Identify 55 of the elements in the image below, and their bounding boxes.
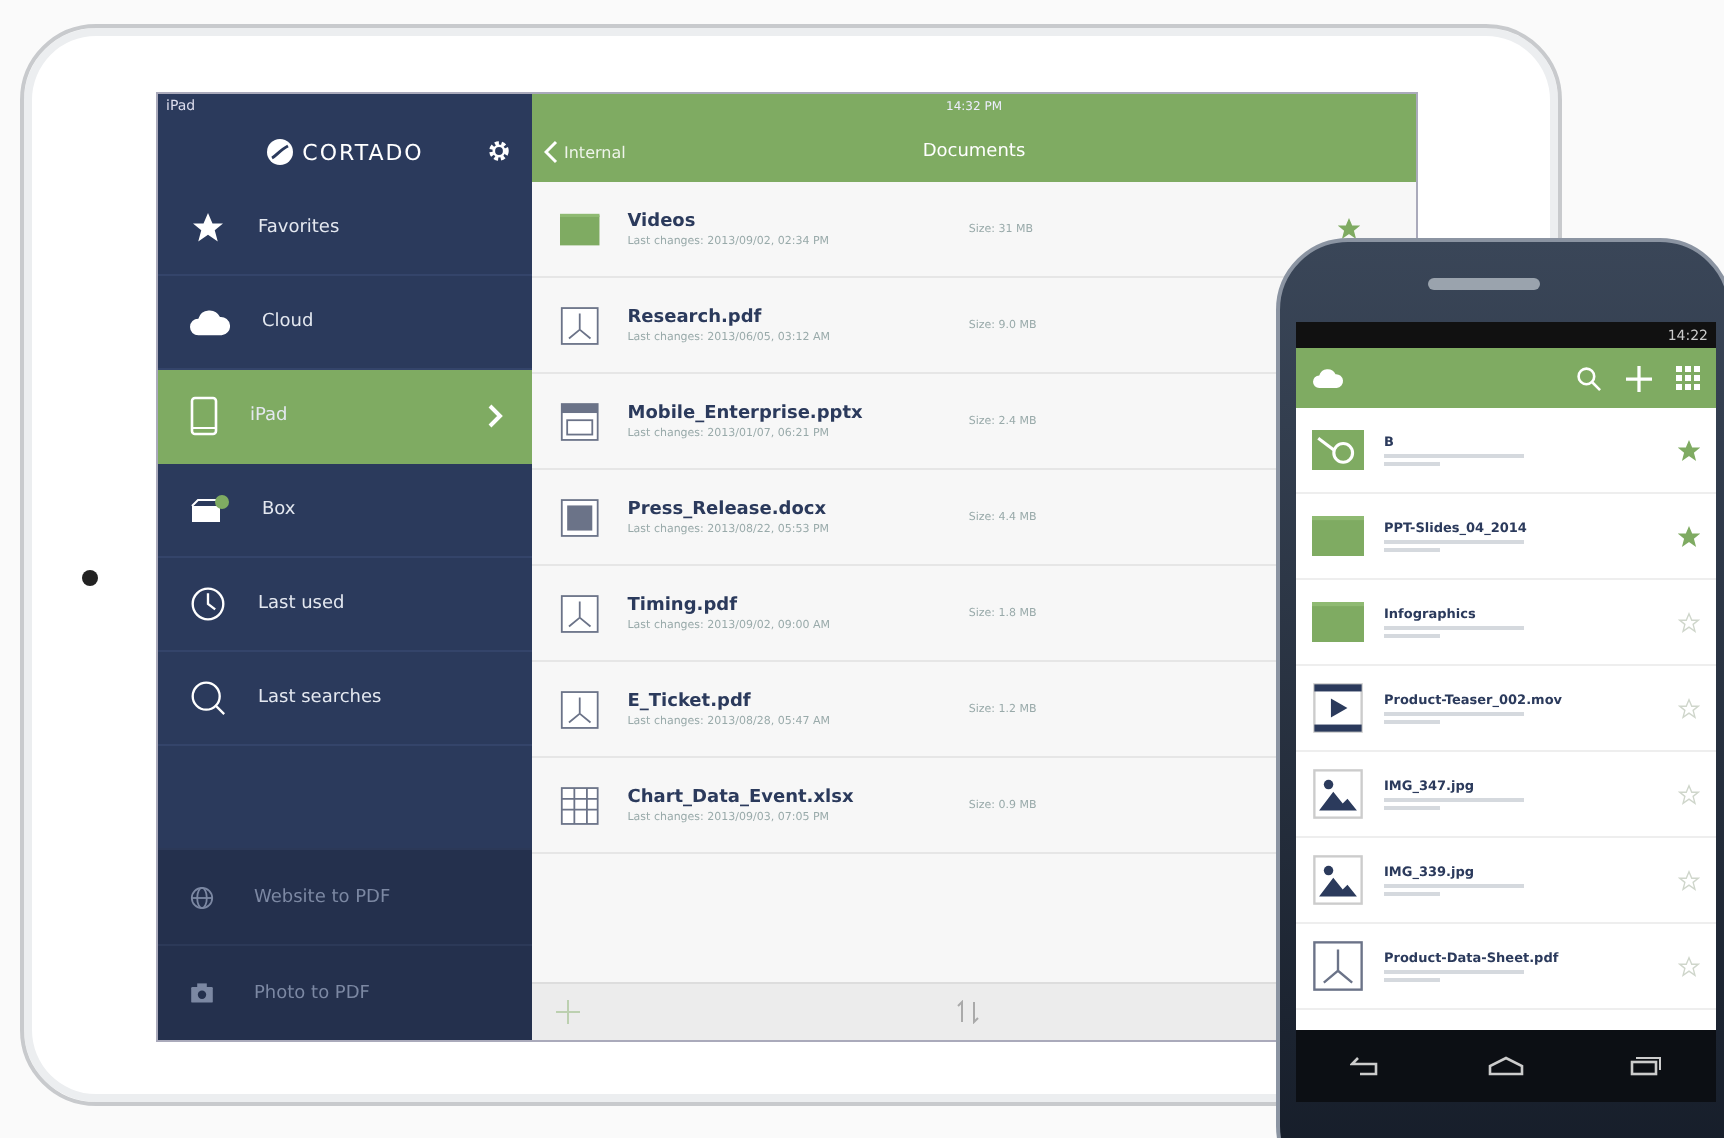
settings-icon[interactable] [486,138,512,164]
image-icon [1312,854,1364,906]
home-button[interactable] [82,570,98,586]
back-icon[interactable] [1349,1056,1382,1076]
logo: CORTADO [302,139,424,165]
tool-link[interactable]: Website to PDF [254,887,391,907]
star-outline-icon[interactable] [1678,869,1700,891]
box-icon [190,494,230,526]
camera-icon [190,982,214,1004]
pdf-icon [560,303,600,347]
speaker-grille [1428,278,1540,290]
star-outline-icon[interactable] [1678,611,1700,633]
search-icon[interactable] [1576,365,1602,391]
recent-apps-icon[interactable] [1630,1056,1663,1076]
pdf-icon [1312,940,1364,992]
file-name: Chart_Data_Event.xlsx [627,787,856,807]
star-icon[interactable] [1678,525,1700,547]
clock-icon [190,586,226,622]
logo-icon [266,138,295,166]
file-name: Videos [627,211,698,231]
star-icon [190,210,226,246]
presentation-icon [560,399,600,443]
globe-icon [190,885,214,909]
sort-icon[interactable] [956,1000,980,1024]
file-name: Timing.pdf [627,595,740,615]
add-icon[interactable] [556,1000,580,1024]
file-name: Press_Release.docx [627,499,829,519]
folder-icon [560,211,600,247]
star-icon[interactable] [1338,218,1360,240]
chevron-icon [488,404,504,428]
screen-title: Documents [922,142,1026,162]
document-icon [560,495,600,539]
file-name: E_Ticket.pdf [627,691,753,711]
grid-icon[interactable] [1676,366,1700,390]
star-outline-icon[interactable] [1678,955,1700,977]
cloud-icon [1312,368,1344,388]
star-outline-icon[interactable] [1678,697,1700,719]
pdf-icon [560,687,600,731]
file-name: Mobile_Enterprise.pptx [627,403,865,423]
video-icon [1312,682,1364,734]
pdf-icon [560,591,600,635]
image-icon [1312,768,1364,820]
folder-icon [1312,601,1364,643]
star-icon[interactable] [1678,439,1700,461]
spreadsheet-icon [560,783,600,827]
shared-folder-icon [1312,429,1364,471]
tablet-icon [190,396,218,436]
tool-link[interactable]: Photo to PDF [254,983,370,1003]
file-name: Research.pdf [627,307,764,327]
search-icon [190,680,226,716]
chevron-left-icon [544,140,558,164]
folder-icon [1312,515,1364,557]
home-icon[interactable] [1487,1056,1524,1076]
star-outline-icon[interactable] [1678,783,1700,805]
cloud-icon [190,308,230,336]
